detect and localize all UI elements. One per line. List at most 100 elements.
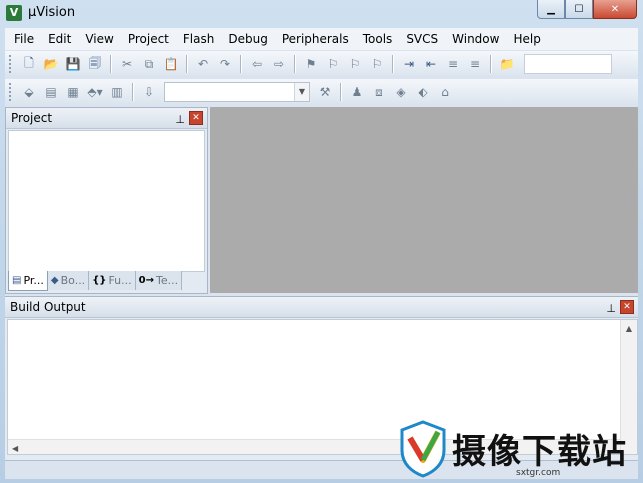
close-icon: ✕ [610,3,620,15]
paste-button[interactable]: 📋 [161,54,181,74]
navigate-back-button[interactable]: ⇦ [247,54,267,74]
new-file-button[interactable]: 🗋 [19,54,39,74]
menu-edit[interactable]: Edit [41,29,78,49]
close-icon: ✕ [192,113,200,123]
project-icon: ▤ [12,275,22,286]
tab-books[interactable]: ◆ Bo... [47,271,90,290]
menu-view[interactable]: View [78,29,120,49]
open-file-button[interactable]: 📂 [41,54,61,74]
close-button[interactable]: ✕ [593,0,637,19]
comment-button[interactable]: ≡ [443,54,463,74]
uncomment-button[interactable]: ≡ [465,54,485,74]
clear-bookmarks-button[interactable]: ⚐ [367,54,387,74]
translate-button[interactable]: ⬙ [19,82,39,102]
toolbar-grip[interactable] [9,83,15,101]
bookmark-icon: ⚑ [305,57,317,71]
find-in-files-button[interactable]: 📁 [497,54,517,74]
build-output-title: Build Output ⊥ ✕ [5,297,638,318]
manage-components-button[interactable]: ⧈ [369,82,389,102]
load-icon: ⇩ [143,85,155,99]
tab-functions[interactable]: {} Fu... [89,271,136,290]
indent-button[interactable]: ⇥ [399,54,419,74]
undo-button[interactable]: ↶ [193,54,213,74]
scroll-left-icon: ◀ [12,444,19,453]
toolbar-separator [294,55,296,73]
toolbar-separator [340,83,342,101]
file-extensions-button[interactable]: ♟ [347,82,367,102]
diamond-icon: ◈ [396,85,406,99]
house-icon: ⌂ [441,85,449,99]
select-packs-button[interactable]: ◈ [391,82,411,102]
close-icon: ✕ [623,302,631,312]
stop-build-icon: ▥ [111,85,123,99]
previous-bookmark-button[interactable]: ⚐ [323,54,343,74]
rte-config-button[interactable]: ⌂ [435,82,455,102]
menu-project[interactable]: Project [121,29,176,49]
minimize-button[interactable]: ▁ [537,0,565,19]
menu-bar: File Edit View Project Flash Debug Perip… [5,28,638,50]
insert-bookmark-button[interactable]: ⚑ [301,54,321,74]
find-input[interactable] [524,54,612,74]
save-all-button[interactable]: 🗐 [85,54,105,74]
pack-installer-button[interactable]: ⬖ [413,82,433,102]
build-button[interactable]: ▤ [41,82,61,102]
tab-templates-label: Te... [155,274,179,287]
target-options-button[interactable]: ⚒ [315,82,335,102]
stop-build-button[interactable]: ▥ [107,82,127,102]
close-build-output-button[interactable]: ✕ [620,300,634,314]
editor-area[interactable] [210,107,638,293]
cut-icon: ✂ [121,57,133,71]
tab-templates[interactable]: 0→ Te... [135,271,183,290]
menu-window[interactable]: Window [445,29,506,49]
menu-tools[interactable]: Tools [356,29,400,49]
menu-flash[interactable]: Flash [176,29,221,49]
build-icon: ▤ [45,85,57,99]
redo-icon: ↷ [219,57,231,71]
save-icon: 💾 [65,57,81,71]
copy-icon: ⧉ [144,56,154,71]
main-window: V µVision ▁ ☐ ✕ File Edit View Project F… [0,0,643,483]
next-bookmark-button[interactable]: ⚐ [345,54,365,74]
toolbar-separator [110,55,112,73]
copy-button[interactable]: ⧉ [139,54,159,74]
menu-peripherals[interactable]: Peripherals [275,29,356,49]
arrow-right-icon: ⇨ [273,57,285,71]
target-select[interactable]: ▼ [164,82,310,102]
rebuild-icon: ▦ [67,85,79,99]
toolbar-separator [186,55,188,73]
menu-file[interactable]: File [5,29,41,49]
indent-icon: ⇥ [403,57,415,71]
save-button[interactable]: 💾 [63,54,83,74]
unindent-button[interactable]: ⇤ [421,54,441,74]
project-tree[interactable] [8,130,205,272]
tab-books-label: Bo... [60,274,86,287]
bookmark-next-icon: ⚐ [349,57,361,71]
templates-icon: 0→ [138,275,154,286]
pin-icon[interactable]: ⊥ [175,110,185,130]
pin-icon[interactable]: ⊥ [606,299,616,319]
arrow-left-icon: ⇦ [251,57,263,71]
maximize-button[interactable]: ☐ [565,0,593,19]
project-panel-label: Project [11,111,53,125]
build-output-label: Build Output [10,300,86,314]
batch-build-button[interactable]: ⬘▾ [85,82,105,102]
toolbar-grip[interactable] [9,55,15,73]
translate-icon: ⬙ [24,85,34,99]
rebuild-button[interactable]: ▦ [63,82,83,102]
undo-icon: ↶ [197,57,209,71]
caption-buttons: ▁ ☐ ✕ [537,0,637,20]
download-button[interactable]: ⇩ [139,82,159,102]
navigate-forward-button[interactable]: ⇨ [269,54,289,74]
close-project-panel-button[interactable]: ✕ [189,111,203,125]
redo-button[interactable]: ↷ [215,54,235,74]
menu-debug[interactable]: Debug [221,29,274,49]
functions-icon: {} [92,275,107,286]
batch-build-icon: ⬘▾ [87,85,103,99]
cut-button[interactable]: ✂ [117,54,137,74]
toolbar-separator [240,55,242,73]
new-file-icon: 🗋 [24,55,34,70]
menu-svcs[interactable]: SVCS [399,29,445,49]
tab-project[interactable]: ▤ Pr... [8,271,48,291]
stack-icon: ⧈ [375,84,383,99]
menu-help[interactable]: Help [506,29,547,49]
